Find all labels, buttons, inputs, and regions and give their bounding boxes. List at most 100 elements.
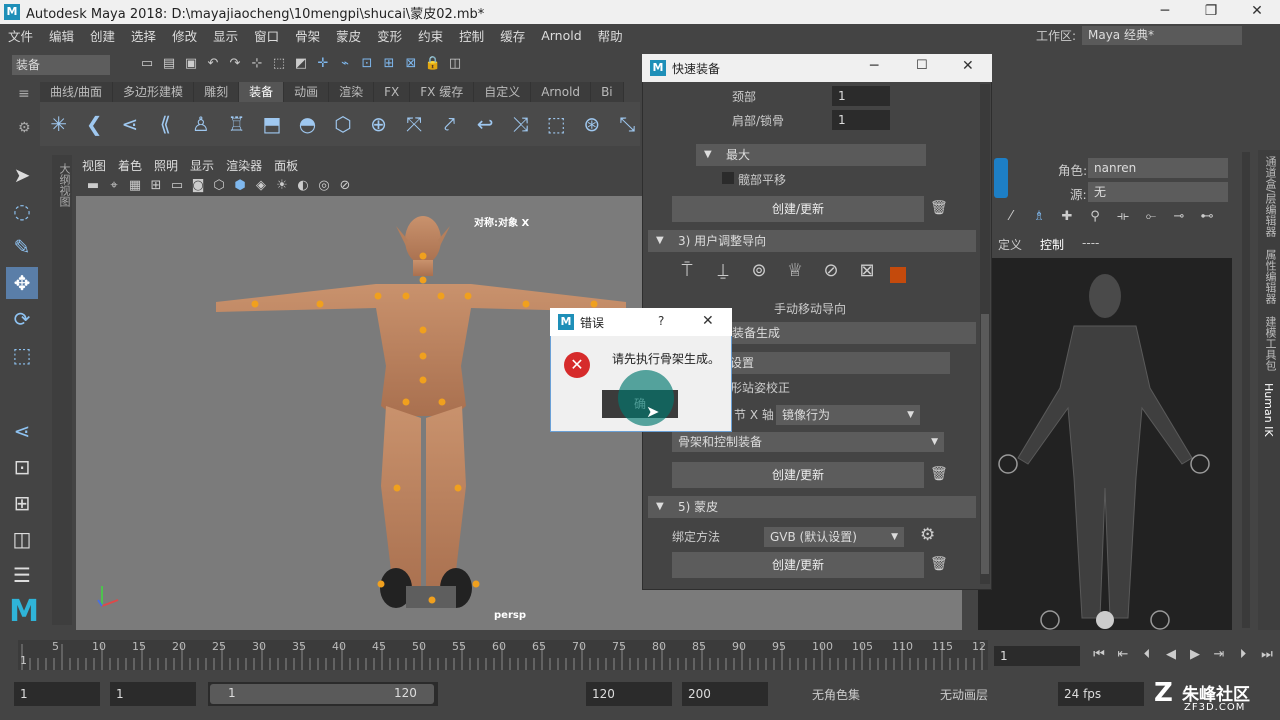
- hik-source-select[interactable]: 无: [1088, 182, 1228, 202]
- point-constraint-icon[interactable]: ⤧: [401, 111, 427, 137]
- playback-start-field[interactable]: 1: [110, 682, 196, 706]
- tab-custom[interactable]: 自定义: [474, 82, 532, 102]
- snap-point-icon[interactable]: ⊡: [358, 55, 376, 73]
- smooth-shade-icon[interactable]: ⬢: [231, 177, 249, 195]
- select-tool-icon[interactable]: ➤: [6, 159, 38, 191]
- menu-constrain[interactable]: 约束: [410, 26, 451, 45]
- bind-method-select[interactable]: GVB (默认设置) ▼: [764, 527, 904, 547]
- lights-icon[interactable]: ☀: [273, 177, 291, 195]
- hik-body-silhouette[interactable]: [978, 258, 1232, 630]
- redo-icon[interactable]: ↷: [226, 55, 244, 73]
- tab-animation[interactable]: 动画: [284, 82, 330, 102]
- quick-rig-scrollbar[interactable]: [980, 84, 990, 584]
- hik-tool-1-icon[interactable]: ⁄: [1002, 208, 1020, 226]
- shadows-icon[interactable]: ◐: [294, 177, 312, 195]
- shoulder-field[interactable]: 1: [832, 110, 890, 130]
- tab-curves-surfaces[interactable]: 曲线/曲面: [40, 82, 114, 102]
- delete-icon-3[interactable]: 🗑: [930, 556, 948, 572]
- menu-create[interactable]: 创建: [82, 26, 123, 45]
- tab-rendering[interactable]: 渲染: [329, 82, 375, 102]
- guide-tool-5-icon[interactable]: ⊘: [818, 262, 844, 288]
- outliner-pane-icon[interactable]: ☰: [6, 559, 38, 591]
- orient-constraint-icon[interactable]: ↩: [472, 111, 498, 137]
- ik-handle-icon[interactable]: ❮: [82, 111, 108, 137]
- select-object-icon[interactable]: ⬚: [270, 55, 288, 73]
- minimize-icon[interactable]: ─: [1142, 0, 1188, 24]
- render-icon[interactable]: ◫: [446, 55, 464, 73]
- two-pane-icon[interactable]: ◫: [6, 523, 38, 555]
- anim-start-field[interactable]: 1: [14, 682, 100, 706]
- section3-header[interactable]: ▼ 3) 用户调整导向: [648, 230, 976, 252]
- paint-weights-icon[interactable]: ◓: [295, 111, 321, 137]
- film-gate-icon[interactable]: ▭: [168, 177, 186, 195]
- menu-display[interactable]: 显示: [205, 26, 246, 45]
- ik-spline-icon[interactable]: ⋖: [117, 111, 143, 137]
- hik-role-select[interactable]: nanren: [1088, 158, 1228, 178]
- menu-help[interactable]: 帮助: [590, 26, 631, 45]
- hik-tab-define[interactable]: 定义: [998, 236, 1022, 253]
- move-tool-icon[interactable]: ✥: [6, 267, 38, 299]
- hik-tool-5-icon[interactable]: ⟛: [1114, 208, 1132, 226]
- hik-tool-8-icon[interactable]: ⊷: [1198, 208, 1216, 226]
- guide-tool-4-icon[interactable]: ♕: [782, 262, 808, 288]
- play-forward-icon[interactable]: ▶: [1186, 646, 1204, 664]
- shelf-options-icon[interactable]: ⚙: [18, 120, 31, 136]
- range-slider-bar[interactable]: 1 120: [208, 682, 438, 706]
- guide-color-swatch[interactable]: [890, 267, 906, 283]
- guide-tool-2-icon[interactable]: ⍊: [710, 262, 736, 288]
- isolate-icon[interactable]: ⊘: [336, 177, 354, 195]
- bind-skin-icon[interactable]: ⬒: [259, 111, 285, 137]
- hik-full-body-icon[interactable]: ♗: [1030, 208, 1048, 226]
- grid-icon[interactable]: ⊞: [147, 177, 165, 195]
- vp-menu-show[interactable]: 显示: [184, 157, 220, 174]
- anim-layer-select[interactable]: 无动画层: [940, 686, 988, 703]
- mirror-behavior-select[interactable]: 镜像行为 ▼: [776, 405, 920, 425]
- modeling-toolkit-tab[interactable]: 建模工具包: [1258, 310, 1280, 377]
- hik-scrollbar[interactable]: [1242, 152, 1250, 628]
- tab-sculpting[interactable]: 雕刻: [194, 82, 240, 102]
- hip-translation-checkbox[interactable]: [722, 172, 734, 184]
- hik-tool-3-icon[interactable]: ✚: [1058, 208, 1076, 226]
- scale-tool-icon[interactable]: ⬚: [6, 339, 38, 371]
- open-scene-icon[interactable]: ▤: [160, 55, 178, 73]
- lasso-tool-icon[interactable]: ◌: [6, 195, 38, 227]
- current-frame-field[interactable]: 1: [994, 646, 1080, 666]
- last-tool-icon[interactable]: ⋖: [6, 415, 38, 447]
- snap-view-icon[interactable]: ⊞: [380, 55, 398, 73]
- vp-menu-panels[interactable]: 面板: [268, 157, 304, 174]
- guide-tool-6-icon[interactable]: ⊠: [854, 262, 880, 288]
- fps-select[interactable]: 24 fps: [1058, 682, 1144, 706]
- xray-icon[interactable]: ◎: [315, 177, 333, 195]
- tab-fx[interactable]: FX: [374, 82, 411, 102]
- guide-tool-3-icon[interactable]: ⊚: [746, 262, 772, 288]
- vp-menu-renderer[interactable]: 渲染器: [220, 157, 268, 174]
- error-close-icon[interactable]: ✕: [702, 313, 714, 329]
- step-back-key-icon[interactable]: ⇤: [1114, 646, 1132, 664]
- paint-select-icon[interactable]: ✎: [6, 231, 38, 263]
- rig-type-select[interactable]: 骨架和控制装备 ▼: [672, 432, 944, 452]
- character-set-select[interactable]: 无角色集: [812, 686, 860, 703]
- humanik-icon[interactable]: ♙: [188, 111, 214, 137]
- menu-control[interactable]: 控制: [451, 26, 492, 45]
- hik-tab-control[interactable]: 控制: [1040, 236, 1064, 253]
- aim-constraint-icon[interactable]: ⤤: [437, 111, 463, 137]
- new-scene-icon[interactable]: ▭: [138, 55, 156, 73]
- time-ruler[interactable]: 5 10 15 20 25 30 35 40 45 50 55 60 65 70 75 80 85 90 95 100…: [18, 640, 988, 670]
- tab-rigging[interactable]: 装备: [239, 82, 285, 102]
- textured-icon[interactable]: ◈: [252, 177, 270, 195]
- max-section-header[interactable]: ▼ 最大: [696, 144, 926, 166]
- vp-menu-lighting[interactable]: 照明: [148, 157, 184, 174]
- channel-box-tab[interactable]: 通道盒/层编辑器: [1258, 150, 1280, 243]
- section5-header[interactable]: ▼ 5) 蒙皮: [648, 496, 976, 518]
- attribute-editor-tab[interactable]: 属性编辑器: [1258, 243, 1280, 310]
- single-pane-icon[interactable]: ⊡: [6, 451, 38, 483]
- menu-set-select[interactable]: 装备: [12, 55, 110, 75]
- step-forward-icon[interactable]: ⏵: [1234, 646, 1252, 664]
- joint-tool-icon[interactable]: ✳: [46, 111, 72, 137]
- menu-file[interactable]: 文件: [0, 26, 41, 45]
- snap-curve-icon[interactable]: ⌁: [336, 55, 354, 73]
- scale-constraint-icon[interactable]: ⬚: [543, 111, 569, 137]
- menu-edit[interactable]: 编辑: [41, 26, 82, 45]
- human-ik-tab[interactable]: Human IK: [1258, 377, 1279, 443]
- step-forward-key-icon[interactable]: ⇥: [1210, 646, 1228, 664]
